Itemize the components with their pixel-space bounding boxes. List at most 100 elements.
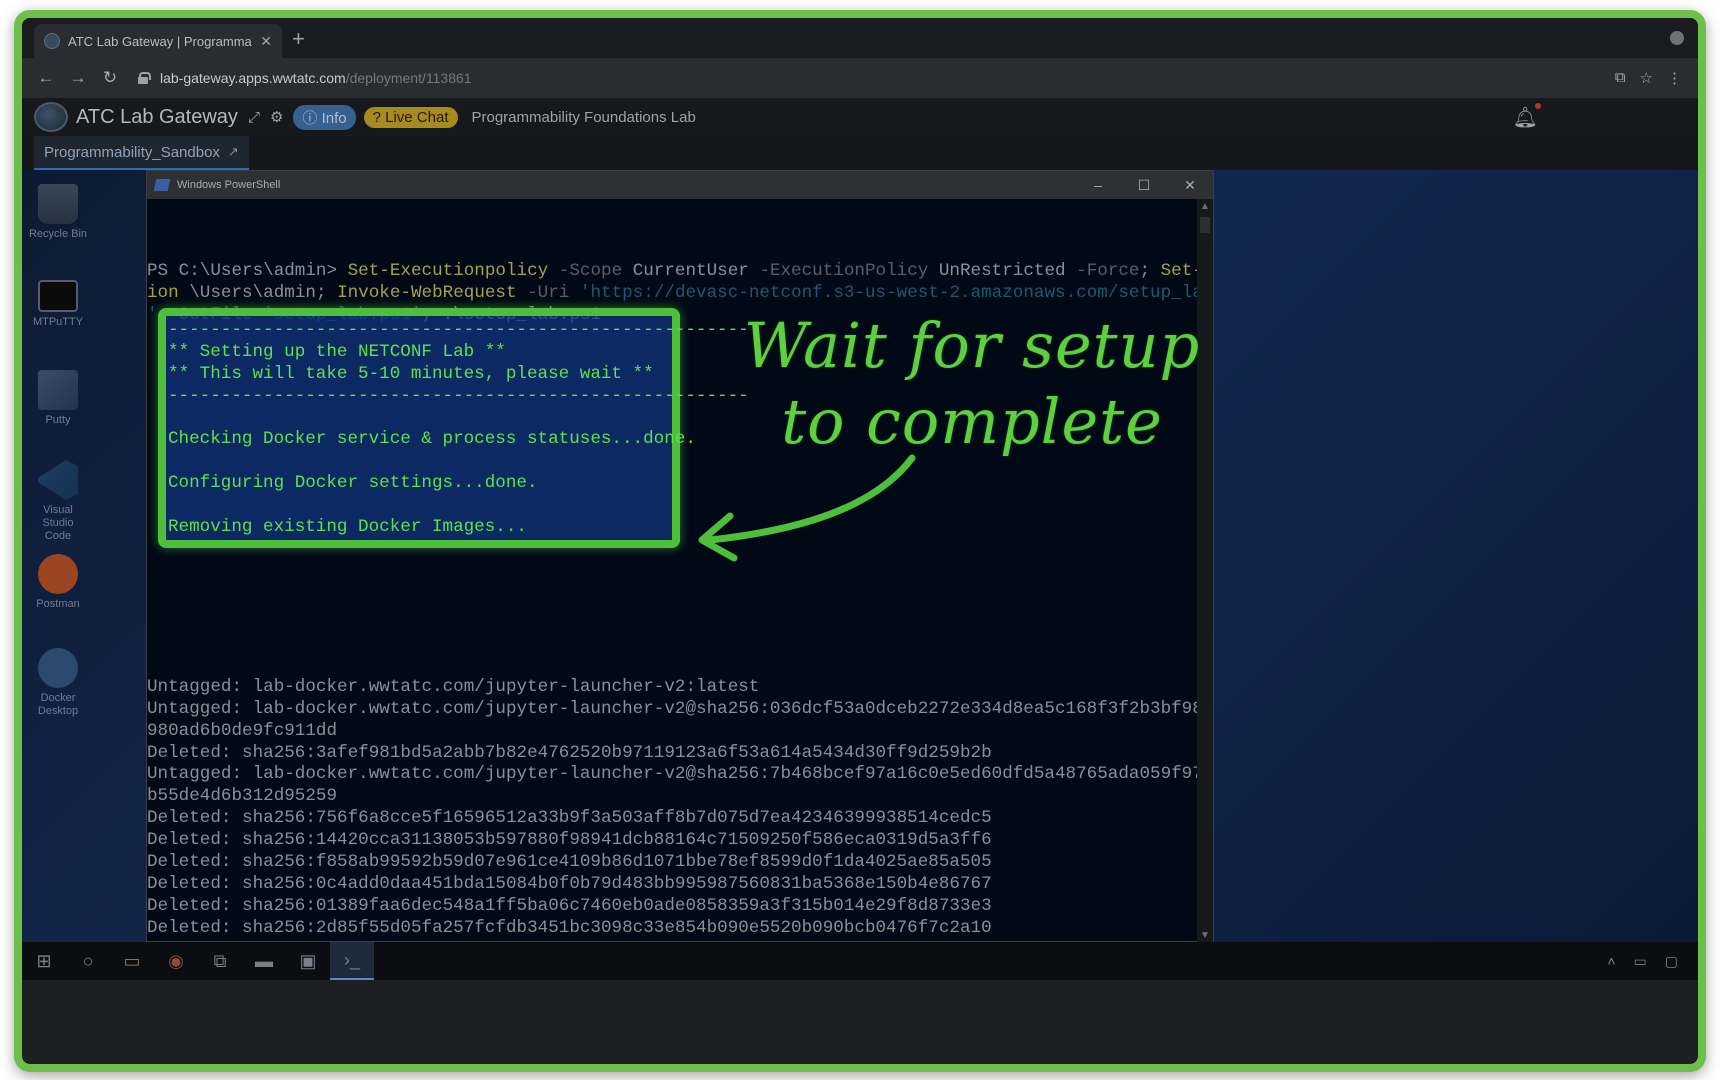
output-line: Untagged: lab-docker.wwtatc.com/jupyter-…	[147, 676, 760, 697]
desktop-icon-label: Postman	[36, 598, 80, 610]
desktop-icon-label: Recycle Bin	[28, 228, 88, 240]
browser-nav-bar: ← → ↻ lab-gateway.apps.wwtatc.com/deploy…	[22, 58, 1698, 98]
prompt-token: -Scope	[548, 260, 633, 281]
browser-tab-strip: ATC Lab Gateway | Programma ✕ +	[22, 18, 1698, 58]
output-line: Untagged: lab-docker.wwtatc.com/jupyter-…	[147, 764, 1197, 785]
profile-icon[interactable]	[1670, 31, 1684, 45]
new-tab-button[interactable]: +	[292, 26, 305, 52]
windows-start-icon[interactable]: ⊞	[22, 942, 66, 980]
highlight-box: ----------------------------------------…	[158, 308, 749, 548]
desktop-icon-putty[interactable]: Putty	[28, 370, 88, 427]
tray-chevron-icon[interactable]: ˄	[1607, 953, 1615, 970]
kebab-menu-icon[interactable]: ⋮	[1667, 69, 1682, 87]
notification-dot	[1535, 102, 1541, 109]
info-label: Info	[321, 109, 347, 127]
back-icon[interactable]: ←	[30, 68, 62, 88]
prompt-token: ion	[147, 282, 179, 303]
forward-icon[interactable]: →	[62, 68, 94, 88]
docker-icon	[38, 648, 78, 688]
chrome-icon[interactable]: ◉	[154, 942, 198, 980]
windows-taskbar: ⊞ ○ ▭ ◉ ⧉ ▬ ▣ ›_ ˄ ▭ ▢	[22, 942, 1698, 980]
network-icon[interactable]: ⧉	[198, 942, 242, 980]
recycle-bin-icon	[38, 184, 78, 224]
output-line: Deleted: sha256:f858ab99592b59d07e961ce4…	[147, 852, 992, 873]
desktop-icon-postman[interactable]: Postman	[28, 554, 88, 611]
scroll-up-icon[interactable]: ▲	[1200, 201, 1210, 212]
setup-line: ----------------------------------------…	[168, 320, 749, 340]
minimize-button[interactable]: –	[1075, 177, 1121, 194]
reload-icon[interactable]: ↻	[94, 68, 126, 88]
setup-line	[168, 495, 749, 517]
browser-tab[interactable]: ATC Lab Gateway | Programma ✕	[34, 24, 282, 58]
powershell-taskbar-icon[interactable]: ›_	[330, 942, 374, 980]
address-bar[interactable]: lab-gateway.apps.wwtatc.com/deployment/1…	[160, 70, 472, 86]
prompt-token: -ExecutionPolicy	[748, 260, 939, 281]
desktop-icon-label: Docker Desktop	[37, 692, 79, 717]
url-host: lab-gateway.apps.wwtatc.com	[160, 70, 346, 86]
window-title: Windows PowerShell	[177, 179, 281, 191]
url-path: /deployment/113861	[345, 70, 472, 86]
window-controls: – ☐ ✕	[1075, 177, 1213, 194]
powershell-window[interactable]: Windows PowerShell – ☐ ✕ PS C:\Users\adm…	[146, 170, 1214, 943]
prompt-token: Set-Locat	[1160, 260, 1197, 281]
output-line: Untagged: lab-docker.wwtatc.com/jupyter-…	[147, 698, 1197, 719]
gear-icon[interactable]: ⚙	[270, 108, 283, 126]
output-line: Deleted: sha256:01389faa6dec548a1ff5ba06…	[147, 895, 992, 916]
file-explorer-icon[interactable]: ▭	[110, 942, 154, 980]
maximize-button[interactable]: ☐	[1121, 177, 1167, 194]
notification-center-icon[interactable]: ▢	[1665, 953, 1678, 970]
output-line: b55de4d6b312d95259	[147, 786, 338, 807]
scroll-down-icon[interactable]: ▼	[1200, 930, 1210, 941]
screenshot-frame: ATC Lab Gateway | Programma ✕ + ← → ↻ la…	[14, 10, 1706, 1072]
annotation-text: Wait for setup to complete	[712, 308, 1232, 460]
prompt-line: ion \Users\admin; Invoke-WebRequest -Uri…	[147, 283, 1197, 305]
desktop-icon-label: MTPuTTY	[32, 316, 84, 328]
bell-icon[interactable]: 🔔︎	[1513, 102, 1541, 130]
setup-line: Removing existing Docker Images...	[168, 517, 527, 538]
share-icon[interactable]: ⧉	[1615, 69, 1626, 87]
search-icon[interactable]: ○	[66, 942, 110, 980]
output-line: Deleted: sha256:2d85f55d05fa257fcfdb3451…	[147, 917, 992, 937]
lock-icon[interactable]	[138, 72, 151, 84]
desktop-icon-recycle-bin[interactable]: Recycle Bin	[28, 184, 88, 241]
info-button[interactable]: ⓘ Info	[293, 104, 356, 130]
setup-line: Configuring Docker settings...done.	[168, 473, 538, 494]
prompt-token: CurrentUser	[632, 260, 749, 281]
desktop-icon-docker[interactable]: Docker Desktop	[28, 648, 88, 718]
tab-title: ATC Lab Gateway | Programma	[68, 33, 252, 49]
postman-icon	[38, 554, 78, 594]
setup-line: ** Setting up the NETCONF Lab **	[168, 341, 506, 362]
prompt-token: Set-Executionpolicy	[347, 260, 549, 281]
output-line: Deleted: sha256:14420cca31138053b597880f…	[147, 830, 992, 851]
app-header: ATC Lab Gateway ⤢ ⚙ ⓘ Info ? Live Chat P…	[22, 98, 1698, 136]
setup-line: Checking Docker service & process status…	[168, 429, 696, 450]
desktop-icon-vscode[interactable]: Visual Studio Code	[28, 460, 88, 543]
prompt-token: PS C:\Users\admin>	[147, 260, 348, 281]
prompt-token: 'https://devasc-netconf.s3-us-west-2.ama…	[579, 282, 1197, 303]
putty-icon	[38, 370, 78, 410]
setup-line: ----------------------------------------…	[168, 385, 749, 406]
mtputty-icon	[38, 280, 78, 312]
close-button[interactable]: ✕	[1167, 177, 1213, 194]
app-title: ATC Lab Gateway	[76, 105, 238, 128]
lab-name: Programmability Foundations Lab	[471, 108, 696, 126]
desktop-icon-label: Putty	[45, 414, 71, 426]
tray-display-icon[interactable]: ▭	[1634, 953, 1647, 970]
favicon-icon	[44, 33, 60, 49]
prompt-token: -Uri	[516, 282, 580, 303]
tab-close-icon[interactable]: ✕	[260, 33, 272, 50]
scroll-thumb[interactable]	[1200, 217, 1210, 233]
annotation-arrow-icon	[698, 454, 916, 562]
desktop-icon-mtputty[interactable]: MTPuTTY	[28, 280, 88, 329]
expand-icon[interactable]: ⤢	[248, 109, 260, 126]
external-link-icon[interactable]: ↗	[228, 144, 239, 160]
live-chat-button[interactable]: ? Live Chat	[363, 106, 458, 128]
powershell-icon	[153, 179, 171, 191]
powershell-titlebar[interactable]: Windows PowerShell – ☐ ✕	[147, 171, 1213, 199]
remote-icon[interactable]: ▣	[286, 942, 330, 980]
bookmark-star-icon[interactable]: ☆	[1640, 69, 1653, 87]
sandbox-tab-bar: Programmability_Sandbox ↗	[22, 136, 1698, 170]
folder-icon[interactable]: ▬	[242, 942, 286, 980]
tab-sandbox[interactable]: Programmability_Sandbox ↗	[34, 136, 249, 170]
output-line: Deleted: sha256:0c4add0daa451bda15084b0f…	[147, 873, 992, 894]
